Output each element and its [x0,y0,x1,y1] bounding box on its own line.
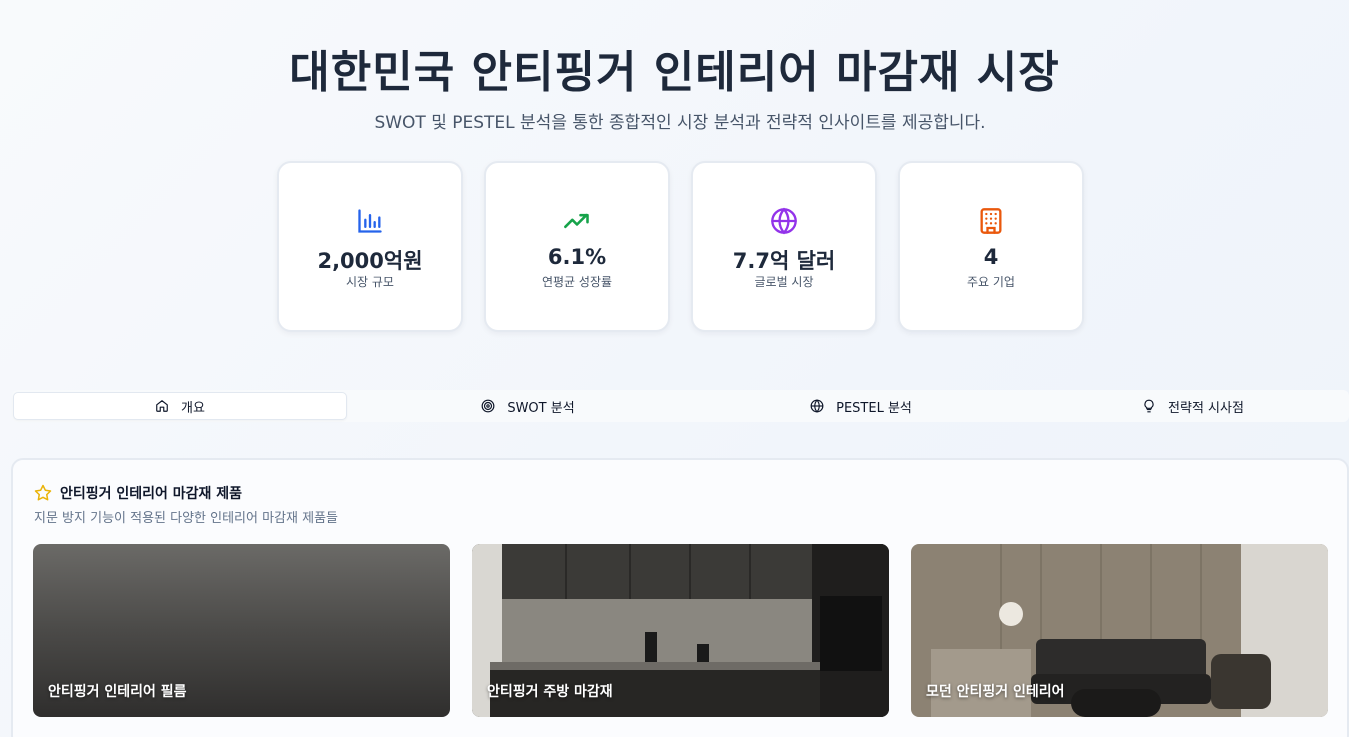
panel-description: 지문 방지 기능이 적용된 다양한 인테리어 마감재 제품들 [34,511,339,526]
target-icon [481,399,495,413]
stats-row: 2,000억원 시장 규모 6.1% 연평균 성장률 7.7억 달러 글로벌 시… [277,161,1085,332]
page: 대한민국 안티핑거 인테리어 마감재 시장 SWOT 및 PESTEL 분석을 … [0,0,1349,737]
tab-label: PESTEL 분석 [836,400,912,416]
product-label: 안티핑거 인테리어 필름 [48,684,187,700]
product-card-film[interactable]: 안티핑거 인테리어 필름 [33,544,450,717]
stat-value: 6.1% [547,245,607,269]
stat-value: 2,000억원 [317,249,423,273]
home-icon [156,400,168,412]
tab-label: 전략적 시사점 [1168,400,1244,416]
stat-value: 7.7억 달러 [732,249,836,273]
stat-label: 연평균 성장률 [541,275,613,289]
tab-strategy[interactable]: 전략적 시사점 [1026,392,1349,420]
stat-value: 4 [983,245,999,269]
star-icon [34,484,52,501]
product-label: 안티핑거 주방 마감재 [487,684,613,700]
panel-title: 안티핑거 인테리어 마감재 제품 [60,486,243,502]
tab-swot[interactable]: SWOT 분석 [361,392,695,420]
stat-label: 시장 규모 [346,275,394,289]
panel-header: 안티핑거 인테리어 마감재 제품 [34,483,242,503]
tab-label: 개요 [181,400,205,416]
product-card-modern[interactable]: 모던 안티핑거 인테리어 [911,544,1328,717]
tab-pestel[interactable]: PESTEL 분석 [694,392,1028,420]
stat-label: 주요 기업 [967,275,1015,289]
stat-card-global-market: 7.7억 달러 글로벌 시장 [691,161,877,332]
stat-card-major-companies: 4 주요 기업 [898,161,1084,332]
product-card-kitchen[interactable]: 안티핑거 주방 마감재 [472,544,889,717]
stat-card-market-size: 2,000억원 시장 규모 [277,161,463,332]
stat-label: 글로벌 시장 [754,275,814,289]
trending-up-icon [486,207,668,235]
bar-chart-icon [279,207,461,235]
globe-icon [693,207,875,235]
tab-label: SWOT 분석 [507,400,575,416]
tab-overview[interactable]: 개요 [13,392,347,420]
product-label: 모던 안티핑거 인테리어 [926,684,1065,700]
globe-icon [810,399,824,413]
tab-list: 개요 SWOT 분석 PESTEL 분석 전략적 시사점 [12,390,1349,422]
page-title: 대한민국 안티핑거 인테리어 마감재 시장 [289,47,1060,98]
lightbulb-icon [1144,399,1154,413]
building-icon [900,207,1082,235]
products-panel: 안티핑거 인테리어 마감재 제품 지문 방지 기능이 적용된 다양한 인테리어 … [11,458,1349,737]
stat-card-growth-rate: 6.1% 연평균 성장률 [484,161,670,332]
page-subtitle: SWOT 및 PESTEL 분석을 통한 종합적인 시장 분석과 전략적 인사이… [374,113,986,133]
